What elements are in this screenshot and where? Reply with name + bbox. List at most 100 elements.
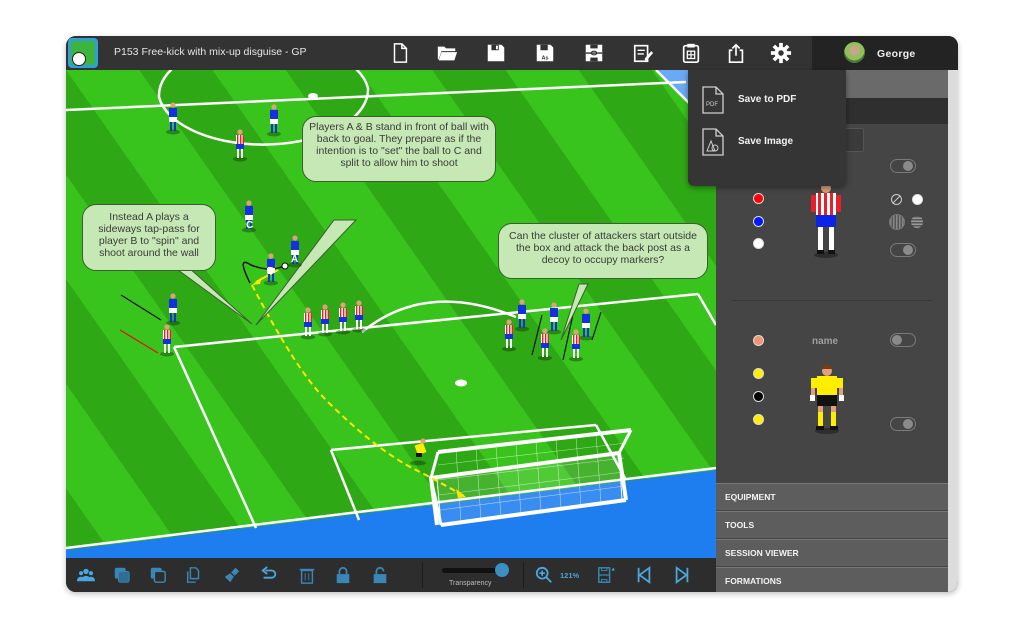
share-icon xyxy=(728,43,744,63)
menu-item-label: Save to PDF xyxy=(738,94,797,105)
last-frame-button[interactable] xyxy=(672,565,692,585)
zoom-button[interactable] xyxy=(534,565,554,585)
players-group-icon xyxy=(77,568,95,582)
player-label-b: B xyxy=(267,266,275,277)
unlock-icon xyxy=(373,566,387,584)
annotation-bubble-center[interactable]: Players A & B stand in front of ball wit… xyxy=(302,116,496,182)
notes-button[interactable] xyxy=(631,41,655,65)
transparency-label: Transparency xyxy=(449,580,492,587)
notepad-pencil-icon xyxy=(633,44,654,63)
pitch-canvas[interactable]: C B A Players A & B stand in front of ba… xyxy=(66,70,716,558)
accordion-tools[interactable]: TOOLS xyxy=(716,511,948,538)
floppy-disk-icon xyxy=(487,44,505,62)
copy-icon xyxy=(186,567,200,583)
menu-item-save-pdf[interactable]: PDF Save to PDF xyxy=(688,80,846,120)
pitch-view-button[interactable] xyxy=(596,565,616,585)
gear-icon xyxy=(770,42,792,64)
player-name-label: name xyxy=(812,336,839,347)
outfield-color-socks[interactable] xyxy=(753,238,764,249)
copy-button[interactable] xyxy=(184,565,204,585)
folder-icon xyxy=(437,46,458,61)
delete-button[interactable] xyxy=(297,565,317,585)
open-folder-button[interactable] xyxy=(435,41,459,65)
goalkeeper-preview xyxy=(810,365,844,434)
accordion-formations[interactable]: FORMATIONS xyxy=(716,567,948,592)
share-button[interactable] xyxy=(724,41,748,65)
clipboard-icon xyxy=(682,43,700,63)
accordion-equipment[interactable]: EQUIPMENT xyxy=(716,483,948,510)
panel-scrollbar[interactable] xyxy=(948,70,958,592)
user-name: George xyxy=(877,48,916,60)
clipboard-button[interactable] xyxy=(679,41,703,65)
ball[interactable] xyxy=(281,262,289,270)
trash-icon xyxy=(299,568,315,584)
bottom-toolbar: Transparency 121% xyxy=(66,558,716,592)
horizontal-stripes-pattern-icon[interactable] xyxy=(911,216,923,228)
pitch-icon xyxy=(585,44,603,62)
floppy-disk-as-icon: As xyxy=(536,44,554,61)
penalty-spot xyxy=(455,379,467,387)
save-menu: PDF Save to PDF Save Image xyxy=(688,70,846,186)
vertical-stripes-pattern-icon[interactable] xyxy=(889,214,905,230)
app-window: P153 Free-kick with mix-up disguise - GP… xyxy=(66,36,958,592)
svg-text:PDF: PDF xyxy=(706,102,718,108)
pitch-view-icon xyxy=(598,567,615,583)
bring-front-button[interactable] xyxy=(112,565,132,585)
outfield-toggle-2[interactable] xyxy=(890,243,916,257)
document-title: P153 Free-kick with mix-up disguise - GP xyxy=(114,46,307,58)
transparency-slider[interactable] xyxy=(442,568,502,573)
clear-button[interactable] xyxy=(222,565,242,585)
section-divider xyxy=(732,300,932,301)
pitch-select-button[interactable] xyxy=(582,41,606,65)
annotation-bubble-right[interactable]: Can the cluster of attackers start outsi… xyxy=(498,223,708,279)
user-profile[interactable]: George xyxy=(812,36,958,70)
send-back-button[interactable] xyxy=(148,565,168,585)
avatar xyxy=(844,42,865,63)
goalkeeper-color-shirt[interactable] xyxy=(753,368,764,379)
image-file-icon xyxy=(702,128,724,156)
top-toolbar: P153 Free-kick with mix-up disguise - GP… xyxy=(66,36,958,70)
toolbar-divider xyxy=(523,562,524,588)
first-frame-button[interactable] xyxy=(634,565,654,585)
transparency-slider-handle[interactable] xyxy=(495,563,509,577)
svg-text:As: As xyxy=(541,55,548,61)
brush-icon xyxy=(224,567,240,583)
undo-icon xyxy=(261,566,277,579)
outfield-color-shirt[interactable] xyxy=(753,193,764,204)
skip-forward-icon xyxy=(675,566,689,584)
save-as-button[interactable]: As xyxy=(533,41,557,65)
save-button[interactable] xyxy=(484,41,508,65)
no-pattern-icon[interactable] xyxy=(891,194,902,205)
outfield-player-preview xyxy=(811,183,841,258)
pdf-file-icon: PDF xyxy=(702,86,724,114)
zoom-level: 121% xyxy=(560,571,580,580)
goalkeeper-skin-color[interactable] xyxy=(753,335,764,346)
outfield-color-shorts[interactable] xyxy=(753,216,764,227)
outfield-pattern-color[interactable] xyxy=(912,194,923,205)
outfield-toggle-1[interactable] xyxy=(890,159,916,173)
settings-button[interactable] xyxy=(769,41,793,65)
layer-back-icon xyxy=(150,567,166,583)
toolbar-divider xyxy=(422,562,423,588)
new-file-button[interactable] xyxy=(388,41,412,65)
zoom-in-icon xyxy=(535,566,552,583)
new-file-icon xyxy=(393,43,408,63)
unlock-button[interactable] xyxy=(370,565,390,585)
layer-front-icon xyxy=(114,567,130,583)
skip-back-icon xyxy=(637,566,651,584)
goalkeeper-color-shorts[interactable] xyxy=(753,391,764,402)
lock-button[interactable] xyxy=(333,565,353,585)
goalkeeper-color-socks[interactable] xyxy=(753,414,764,425)
accordion-session-viewer[interactable]: SESSION VIEWER xyxy=(716,539,948,566)
player-label-a: A xyxy=(291,254,299,265)
app-logo-icon[interactable] xyxy=(68,38,98,68)
players-button[interactable] xyxy=(76,565,96,585)
menu-item-save-image[interactable]: Save Image xyxy=(688,122,846,162)
menu-item-label: Save Image xyxy=(738,136,794,147)
name-toggle[interactable] xyxy=(890,333,916,347)
undo-button[interactable] xyxy=(259,565,279,585)
player-label-c: C xyxy=(246,220,254,231)
lock-icon xyxy=(336,566,350,584)
goalkeeper-toggle[interactable] xyxy=(890,417,916,431)
annotation-bubble-left[interactable]: Instead A plays a sideways tap-pass for … xyxy=(82,204,216,271)
